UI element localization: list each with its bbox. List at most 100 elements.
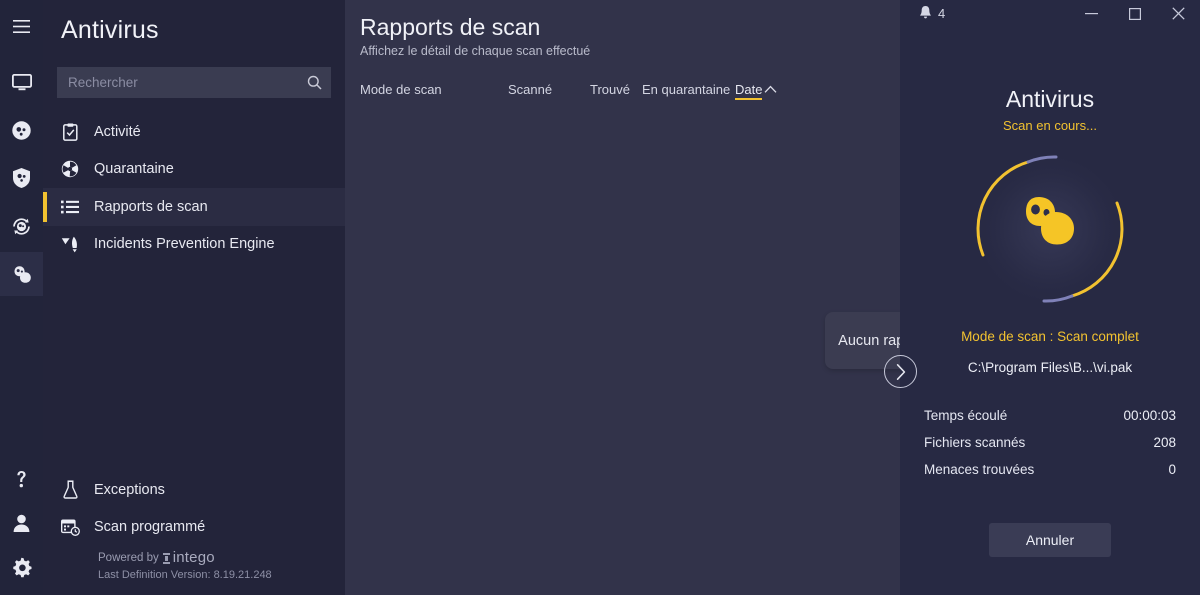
expand-panel-button[interactable] bbox=[884, 355, 917, 388]
radiation-icon bbox=[57, 160, 83, 178]
stat-row: Temps écoulé 00:00:03 bbox=[924, 408, 1176, 435]
help-icon-glyph bbox=[17, 471, 26, 488]
sidebar-item-label: Exceptions bbox=[94, 481, 165, 498]
close-icon-glyph bbox=[1171, 7, 1185, 20]
sidebar-item-label: Rapports de scan bbox=[94, 198, 208, 215]
stat-value: 208 bbox=[1153, 435, 1176, 450]
search-icon[interactable] bbox=[307, 75, 322, 90]
scan-spinner bbox=[960, 139, 1140, 319]
refresh-germ-icon[interactable] bbox=[0, 204, 43, 248]
active-indicator bbox=[43, 513, 47, 543]
scan-mode-line: Mode de scan : Scan complet bbox=[961, 329, 1139, 344]
page-title: Antivirus bbox=[61, 16, 159, 44]
maximize-icon-glyph bbox=[1128, 7, 1141, 20]
flask-icon-glyph bbox=[62, 480, 78, 499]
bell-icon-glyph bbox=[920, 5, 931, 18]
sidebar-item-label: Quarantaine bbox=[94, 161, 174, 178]
column-header-found[interactable]: Trouvé bbox=[590, 82, 630, 97]
germ-circle-icon[interactable] bbox=[0, 108, 43, 152]
column-header-quarantined[interactable]: En quarantaine bbox=[642, 82, 730, 97]
column-header-date[interactable]: Date bbox=[735, 82, 763, 100]
column-header-scanned[interactable]: Scanné bbox=[508, 82, 552, 97]
search-icon-glyph bbox=[307, 75, 322, 90]
account-icon[interactable] bbox=[0, 501, 43, 545]
virus-icon-glyph bbox=[14, 265, 31, 283]
radiation-icon-glyph bbox=[61, 161, 79, 178]
cancel-button-container: Annuler bbox=[900, 523, 1200, 557]
sort-ascending-icon[interactable] bbox=[764, 82, 777, 97]
active-indicator bbox=[43, 475, 47, 505]
notifications-button[interactable]: 4 bbox=[919, 5, 945, 23]
sidebar-item-exceptions[interactable]: Exceptions bbox=[43, 471, 345, 509]
main-header: Rapports de scan Affichez le détail de c… bbox=[345, 0, 900, 58]
sidebar-item-incidents-prevention-engine[interactable]: Incidents Prevention Engine bbox=[43, 226, 345, 264]
powered-by-row: Powered by intego bbox=[98, 550, 272, 566]
spinner-arcs bbox=[976, 155, 1124, 303]
sidebar-item-scan-programme[interactable]: Scan programmé bbox=[43, 509, 345, 547]
sidebar-item-activite[interactable]: Activité bbox=[43, 113, 345, 151]
close-button[interactable] bbox=[1156, 0, 1200, 27]
clipboard-check-icon bbox=[57, 123, 83, 141]
stat-row: Menaces trouvées 0 bbox=[924, 462, 1176, 489]
main-title: Rapports de scan bbox=[360, 14, 541, 40]
calendar-clock-icon bbox=[57, 518, 83, 537]
main-content: Rapports de scan Affichez le détail de c… bbox=[345, 0, 1123, 595]
search-input[interactable] bbox=[68, 75, 307, 90]
sidebar-item-label: Scan programmé bbox=[94, 519, 206, 536]
search-container bbox=[43, 45, 345, 98]
sidebar-bottom-nav: Exceptions Scan programmé bbox=[43, 471, 345, 546]
stat-value: 0 bbox=[1168, 462, 1176, 477]
stat-row: Fichiers scannés 208 bbox=[924, 435, 1176, 462]
powered-by-label: Powered by bbox=[98, 552, 159, 564]
sidebar-nav: Activité Quarantaine Rapports de scan In… bbox=[43, 113, 345, 263]
active-indicator bbox=[43, 230, 47, 260]
scan-status-panel: 4 Antivirus Scan en cours... Mode de sca… bbox=[884, 0, 1200, 595]
bell-icon bbox=[919, 5, 932, 23]
intego-logo-icon bbox=[162, 552, 170, 564]
scan-panel-title: Antivirus bbox=[1005, 86, 1095, 112]
window-controls bbox=[1070, 0, 1200, 27]
sidebar-item-label: Incidents Prevention Engine bbox=[94, 236, 275, 253]
stat-value: 00:00:03 bbox=[1123, 408, 1176, 423]
minimize-icon-glyph bbox=[1085, 13, 1098, 15]
list-icon-glyph bbox=[61, 200, 79, 214]
search-box[interactable] bbox=[57, 67, 331, 98]
stat-label: Temps écoulé bbox=[924, 408, 1008, 423]
menu-icon[interactable] bbox=[0, 4, 43, 48]
sidebar-footer: Powered by intego Last Definition Versio… bbox=[43, 550, 272, 583]
rocket-icon bbox=[57, 236, 83, 253]
sidebar-item-quarantaine[interactable]: Quarantaine bbox=[43, 151, 345, 189]
intego-brand: intego bbox=[172, 549, 215, 566]
stat-label: Menaces trouvées bbox=[924, 462, 1035, 477]
shield-germ-icon[interactable] bbox=[0, 156, 43, 200]
virus-icon[interactable] bbox=[0, 252, 43, 296]
sidebar-item-rapports-de-scan[interactable]: Rapports de scan bbox=[43, 188, 345, 226]
scan-stats: Temps écoulé 00:00:03 Fichiers scannés 2… bbox=[924, 408, 1176, 489]
table-column-headers: Mode de scan Scanné Trouvé En quarantain… bbox=[360, 82, 900, 102]
account-icon-glyph bbox=[13, 514, 30, 532]
definition-version: Last Definition Version: 8.19.21.248 bbox=[98, 569, 272, 581]
flask-icon bbox=[57, 480, 83, 499]
chevron-up-icon-glyph bbox=[764, 85, 777, 93]
sidebar: Antivirus Rechercher Activité Quarantain… bbox=[43, 0, 345, 595]
stat-label: Fichiers scannés bbox=[924, 435, 1026, 450]
monitor-icon-glyph bbox=[11, 73, 32, 90]
antivirus-window: Antivirus Rechercher Activité Quarantain… bbox=[0, 0, 1200, 595]
icon-rail bbox=[0, 0, 43, 595]
maximize-button[interactable] bbox=[1113, 0, 1156, 27]
minimize-button[interactable] bbox=[1070, 0, 1113, 27]
germ-circle-icon-glyph bbox=[12, 120, 31, 140]
column-header-mode[interactable]: Mode de scan bbox=[360, 82, 442, 97]
cancel-button[interactable]: Annuler bbox=[989, 523, 1111, 557]
rocket-icon-glyph bbox=[61, 236, 77, 253]
chevron-right-icon bbox=[896, 363, 906, 380]
sidebar-item-label: Activité bbox=[94, 123, 141, 140]
settings-gear-icon-glyph bbox=[13, 557, 32, 577]
scan-state-label: Scan en cours... bbox=[1003, 118, 1097, 133]
window-titlebar: 4 bbox=[900, 0, 1200, 27]
help-icon[interactable] bbox=[0, 457, 43, 501]
virus-glyph-icon bbox=[1026, 197, 1074, 245]
shield-germ-icon-glyph bbox=[13, 168, 30, 188]
monitor-icon[interactable] bbox=[0, 60, 43, 104]
settings-gear-icon[interactable] bbox=[0, 545, 43, 589]
